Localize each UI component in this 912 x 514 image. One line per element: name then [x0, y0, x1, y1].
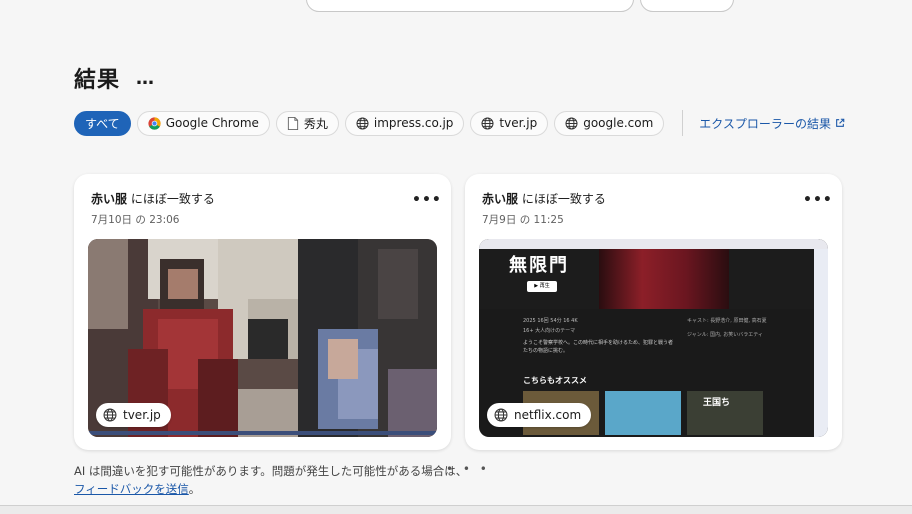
- globe-icon: [356, 116, 369, 130]
- hero-title: 無限門: [509, 255, 569, 276]
- divider: [682, 110, 684, 136]
- filter-chip-all[interactable]: すべて: [74, 110, 131, 136]
- external-link-icon: [836, 118, 845, 127]
- globe-icon: [565, 116, 578, 130]
- filter-chips: すべて Google Chrome 秀丸 impress.co.jp tver.…: [74, 110, 845, 136]
- globe-icon: [481, 116, 494, 130]
- footer-more-button[interactable]: • • •: [446, 462, 490, 476]
- browser-sidebar: [814, 249, 828, 437]
- explorer-link-label: エクスプローラーの結果: [699, 116, 831, 131]
- feedback-link[interactable]: フィードバックを送信: [74, 482, 189, 496]
- card-thumbnail[interactable]: 無限門 ▶ 再生 2025 16回 54分 16 4K 16+ 大人向けのテーマ…: [479, 239, 828, 437]
- site-pill[interactable]: netflix.com: [487, 403, 592, 427]
- site-label: tver.jp: [123, 408, 161, 422]
- filter-chip-impress[interactable]: impress.co.jp: [344, 110, 465, 136]
- meta-text: 2025 16回 54分 16 4K: [523, 318, 578, 324]
- results-title: 結果: [74, 68, 121, 93]
- globe-icon: [103, 408, 117, 422]
- result-card-netflix[interactable]: 赤い服 にほぼ一致する 7月9日 の 11:25 ••• 無限門 ▶ 再生 20…: [465, 174, 842, 450]
- top-action-button[interactable]: [640, 0, 734, 12]
- card-date: 7月10日 の 23:06: [91, 214, 180, 226]
- card-date: 7月9日 の 11:25: [482, 214, 564, 226]
- desc-text: ようこそ警察学校へ。この時代に相手を助けるため、犯罪と戦う者たちの物語に挑む。: [523, 340, 674, 354]
- filter-chip-label: 秀丸: [303, 116, 328, 131]
- netflix-hero: 無限門 ▶ 再生: [479, 249, 814, 309]
- document-icon: [287, 116, 298, 130]
- site-pill[interactable]: tver.jp: [96, 403, 171, 427]
- results-heading: 結果 …: [74, 62, 155, 94]
- card-more-button[interactable]: •••: [803, 193, 833, 207]
- chrome-icon: [148, 116, 161, 130]
- filter-chip-label: Google Chrome: [165, 116, 259, 130]
- card-thumbnail[interactable]: tver.jp: [88, 239, 437, 437]
- filter-chip-label: tver.jp: [499, 116, 538, 130]
- play-button: ▶ 再生: [527, 281, 557, 292]
- filter-chip-label: google.com: [583, 116, 654, 130]
- search-box[interactable]: [306, 0, 634, 12]
- genre-text: ジャンル: 国内, お笑いバラエティ: [687, 332, 763, 338]
- filter-chip-tver[interactable]: tver.jp: [470, 110, 549, 136]
- filter-chip-label: すべて: [85, 116, 120, 131]
- filter-chip-hidemaru[interactable]: 秀丸: [275, 110, 339, 136]
- hero-red-figure: [599, 249, 729, 309]
- globe-icon: [494, 408, 508, 422]
- card-title: 赤い服 にほぼ一致する: [91, 192, 215, 206]
- filter-chip-chrome[interactable]: Google Chrome: [136, 110, 270, 136]
- cast-text: キャスト: 長野浩介, 原田健, 高石夏: [687, 318, 767, 324]
- results-more-button[interactable]: …: [136, 68, 155, 89]
- card-more-button[interactable]: •••: [412, 193, 442, 207]
- row-item-label: 王国ち: [703, 398, 731, 408]
- row-title: こちらもオススメ: [523, 376, 587, 385]
- disclaimer-text: AI は間違いを犯す可能性があります。問題が発生した可能性がある場合は、: [74, 464, 468, 478]
- row-thumb: 王国ち: [687, 391, 763, 435]
- filter-chip-google[interactable]: google.com: [554, 110, 665, 136]
- row-thumb: [605, 391, 681, 435]
- filter-chip-label: impress.co.jp: [373, 116, 454, 130]
- ai-disclaimer: AI は間違いを犯す可能性があります。問題が発生した可能性がある場合は、 フィー…: [74, 462, 467, 498]
- result-card-tver[interactable]: 赤い服 にほぼ一致する 7月10日 の 23:06 ••• tver.jp: [74, 174, 451, 450]
- card-title: 赤い服 にほぼ一致する: [482, 192, 606, 206]
- tags-text: 16+ 大人向けのテーマ: [523, 328, 576, 334]
- explorer-results-link[interactable]: エクスプローラーの結果: [682, 110, 845, 136]
- site-label: netflix.com: [514, 408, 582, 422]
- disclaimer-tail: 。: [188, 482, 201, 496]
